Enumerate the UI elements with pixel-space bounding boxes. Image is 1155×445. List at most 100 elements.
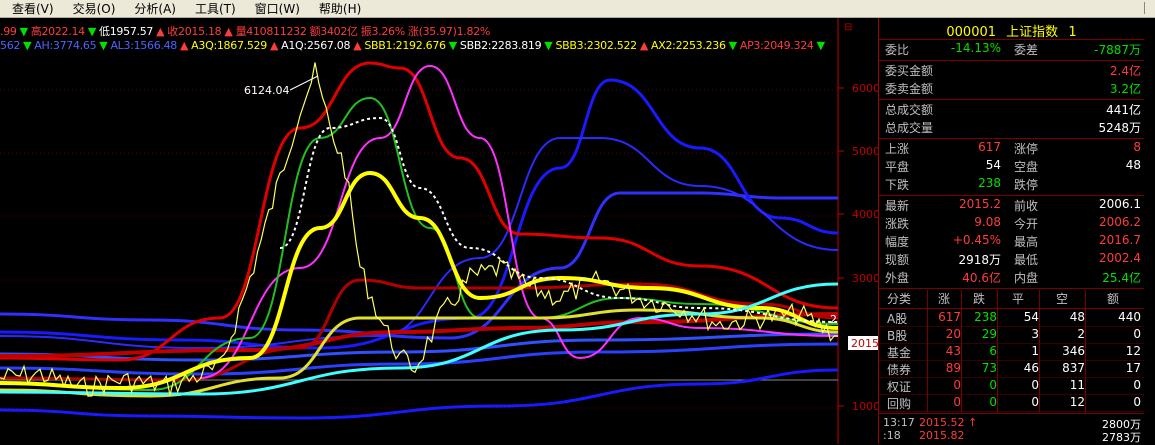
column-separator xyxy=(997,290,998,412)
indicator-item-3: ▼ xyxy=(99,39,108,52)
separator xyxy=(879,39,1144,40)
separator xyxy=(879,99,1144,100)
price-row-value: 2918万 xyxy=(958,253,1001,267)
table-cell: 0 xyxy=(1133,395,1141,409)
indicator-item-9: ▲ xyxy=(353,39,362,52)
breadth-row-value: 54 xyxy=(985,158,1001,172)
table-cell: 17 xyxy=(1125,361,1141,375)
indicator-info-line: 562 ▼ AH:3774.65 ▼ AL3:1566.48 ▲ A3Q:1867.529 ▲… xyxy=(0,39,828,53)
indicator-item-7: ▲ xyxy=(269,39,279,52)
y-tick-label: 4000 xyxy=(852,208,878,221)
indicator-item-8: A1Q:2567.08 xyxy=(281,39,351,52)
peak-pointer xyxy=(289,75,319,91)
ohlc-item-2: 高2022.14 xyxy=(30,25,85,38)
indicator-item-6: A3Q:1867.529 xyxy=(191,39,267,52)
breadth-row-label: 下跌 xyxy=(885,178,910,192)
price-row-label2: 最高 xyxy=(1014,235,1039,249)
table-header-0: 分类 xyxy=(887,292,912,306)
window-corner xyxy=(1144,2,1153,14)
table-cell: 2 xyxy=(1077,327,1085,341)
table-cell: 0 xyxy=(989,378,997,392)
breadth-row-label: 上涨 xyxy=(885,142,910,156)
table-cell: 6 xyxy=(989,344,997,358)
table-cell: 0 xyxy=(953,395,961,409)
amount-label: 委卖金额 xyxy=(885,82,934,96)
table-header-2: 跌 xyxy=(972,292,985,306)
ohlc-item-4: 低1957.57 xyxy=(99,25,154,38)
y-tick-label: 3000 xyxy=(852,272,878,285)
price-row-label: 现额 xyxy=(885,253,910,267)
kline-chart-area[interactable]: 6124.04 6000 5000 4000 3000 1000 2015 2 ⊟ .99 ▼ 高2… xyxy=(0,18,878,444)
vertical-scrollbar[interactable] xyxy=(1148,18,1155,444)
tick-price: 2015.52 ↑ xyxy=(919,416,978,429)
price-row-label2: 今开 xyxy=(1014,217,1039,231)
current-price-label: 2015 xyxy=(851,337,878,350)
amount-value: 2.4亿 xyxy=(1109,64,1141,78)
menu-item-5[interactable]: 帮助(H) xyxy=(307,0,368,17)
ohlc-item-1: ▼ xyxy=(19,25,28,38)
ohlc-item-11: 涨(35.97)1.82% xyxy=(407,25,491,38)
peak-label: 6124.04 xyxy=(244,84,290,97)
table-cell: 债券 xyxy=(887,363,912,377)
menu-item-2[interactable]: 分析(A) xyxy=(122,0,183,17)
table-cell: 54 xyxy=(1023,310,1039,324)
price-row-value2: 25.4亿 xyxy=(1102,271,1141,285)
breadth-row-label2: 跌停 xyxy=(1014,178,1039,192)
breadth-row-value: 238 xyxy=(978,176,1001,190)
indicator-item-19: ▼ xyxy=(816,39,825,52)
weibi-row-value: -14.13% xyxy=(950,41,1001,55)
indicator-item-1: ▼ xyxy=(23,39,32,52)
menu-item-3[interactable]: 工具(T) xyxy=(183,0,243,17)
table-cell: 837 xyxy=(1062,361,1085,375)
table-cell: 12 xyxy=(1069,395,1085,409)
menu-bar: 查看(V) 交易(O) 分析(A) 工具(T) 窗口(W) 帮助(H) xyxy=(0,0,1155,18)
menu-item-0[interactable]: 查看(V) xyxy=(0,0,61,17)
indicator-item-13: ▼ xyxy=(544,39,553,52)
table-cell: 1 xyxy=(1031,344,1039,358)
weibi-row-label: 委比 xyxy=(885,43,910,57)
separator xyxy=(879,308,1144,309)
column-separator xyxy=(927,290,928,412)
menu-item-1[interactable]: 交易(O) xyxy=(61,0,123,17)
indicator-item-5: ▲ xyxy=(180,39,189,52)
panel-title: 000001 上证指数 1 xyxy=(879,21,1144,40)
y-tick-label: 6000 xyxy=(852,82,878,95)
tick-price: 2015.82 xyxy=(919,429,965,442)
kline-chart[interactable]: 6124.04 6000 5000 4000 3000 1000 2015 2 ⊟ xyxy=(0,18,878,444)
table-cell: 0 xyxy=(1133,327,1141,341)
curve-white-dash xyxy=(279,116,839,323)
table-cell: 权证 xyxy=(887,380,912,394)
price-row-label2: 前收 xyxy=(1014,199,1039,213)
ohlc-item-3: ▼ xyxy=(87,25,97,38)
column-separator xyxy=(1085,290,1086,412)
breadth-row-label2: 涨停 xyxy=(1014,142,1039,156)
price-row-label: 幅度 xyxy=(885,235,910,249)
breadth-row-value: 617 xyxy=(978,140,1001,154)
table-header-5: 额 xyxy=(1106,292,1119,306)
breadth-row-value2: 8 xyxy=(1133,140,1141,154)
table-header-1: 涨 xyxy=(937,292,950,306)
table-cell: 48 xyxy=(1069,310,1085,324)
price-series-line xyxy=(0,62,838,397)
indicator-item-18: AP3:2049.324 xyxy=(739,39,814,52)
menu-item-4[interactable]: 窗口(W) xyxy=(243,0,307,17)
ohlc-item-5: ▲ xyxy=(156,25,165,38)
table-cell: 46 xyxy=(1023,361,1039,375)
indicator-item-4: AL3:1566.48 xyxy=(110,39,177,52)
table-cell: 43 xyxy=(945,344,961,358)
indicator-item-16: AX2:2253.236 xyxy=(651,39,726,52)
weibi-row-label2: 委差 xyxy=(1014,43,1039,57)
right-edge-label: 2 xyxy=(830,313,837,326)
indicator-item-2: AH:3774.65 xyxy=(34,39,97,52)
separator xyxy=(879,288,1144,289)
tick-volume: 2783万 xyxy=(1102,431,1141,444)
price-row-value: 2015.2 xyxy=(959,197,1001,211)
total-value: 441亿 xyxy=(1106,103,1141,117)
table-header-3: 平 xyxy=(1011,292,1024,306)
total-label: 总成交额 xyxy=(885,103,934,117)
table-cell: 238 xyxy=(974,310,997,324)
separator xyxy=(879,138,1144,139)
table-cell: 440 xyxy=(1118,310,1141,324)
breadth-row-value2: 48 xyxy=(1125,158,1141,172)
table-cell: 0 xyxy=(1031,395,1039,409)
